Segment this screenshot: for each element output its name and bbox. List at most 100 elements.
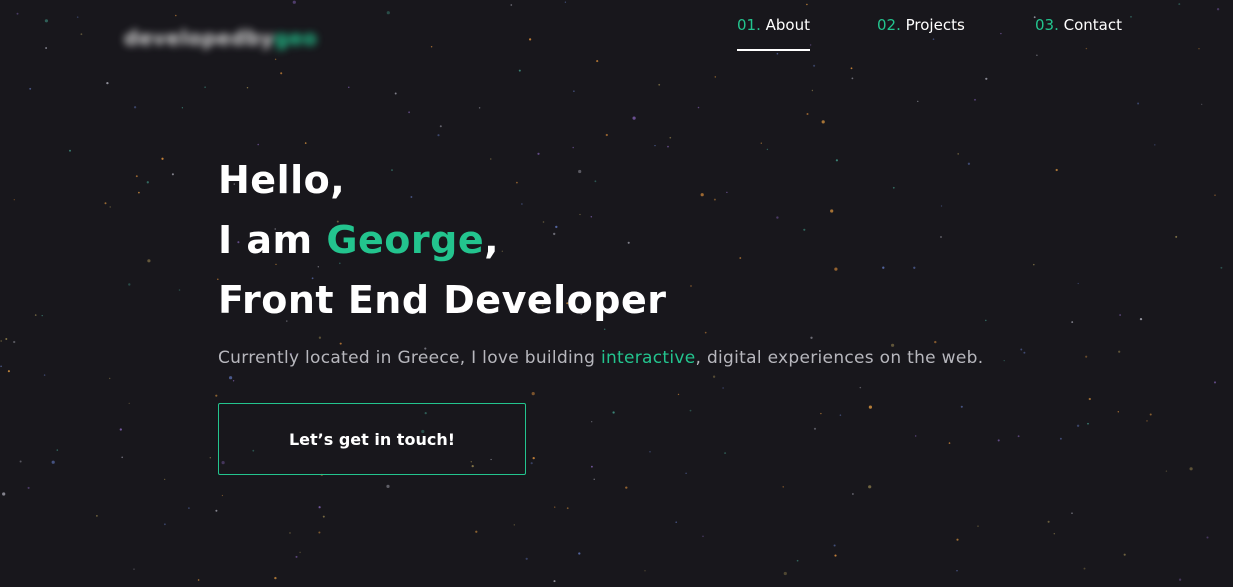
star-particle [221, 494, 224, 497]
site-logo[interactable]: developedbygeo [124, 26, 317, 50]
star-particle [7, 370, 10, 373]
star-particle [133, 568, 135, 570]
star-particle [16, 12, 19, 15]
star-particle [1175, 235, 1178, 238]
star-particle [915, 435, 917, 437]
star-particle [1071, 321, 1074, 324]
star-particle [806, 112, 809, 116]
page: developedbygeo 01. About 02. Projects 03… [0, 0, 1233, 587]
star-particle [1123, 553, 1126, 556]
star-particle [133, 106, 137, 109]
star-particle [932, 38, 935, 40]
star-particle [839, 414, 842, 416]
star-particle [1036, 54, 1038, 56]
star-particle [2, 492, 6, 496]
star-particle [289, 532, 291, 534]
star-particle [439, 125, 442, 128]
intro-suffix: , [484, 218, 500, 262]
nav-item-projects[interactable]: 02. Projects [877, 16, 965, 34]
nav-item-contact[interactable]: 03. Contact [1035, 16, 1122, 34]
star-particle [796, 559, 799, 562]
star-particle [43, 374, 46, 376]
nav-item-about[interactable]: 01. About [737, 16, 810, 51]
star-particle [1214, 194, 1216, 197]
nav-item-label: About [765, 16, 810, 34]
star-particle [1023, 351, 1026, 354]
star-particle [813, 427, 817, 430]
star-particle [215, 394, 218, 397]
star-particle [977, 525, 979, 527]
star-particle [593, 478, 595, 480]
star-particle [232, 380, 235, 382]
star-particle [868, 405, 873, 409]
star-particle [135, 175, 138, 178]
star-particle [1118, 350, 1121, 353]
star-particle [45, 47, 48, 49]
star-particle [1220, 266, 1223, 269]
star-particle [204, 86, 206, 88]
star-particle [56, 449, 59, 451]
star-particle [625, 486, 628, 489]
star-particle [5, 338, 8, 340]
star-particle [591, 465, 593, 468]
star-particle [1033, 263, 1035, 266]
subtitle-end: , digital experiences on the web. [695, 348, 984, 368]
star-particle [1119, 314, 1121, 316]
star-particle [530, 462, 533, 465]
star-particle [760, 142, 762, 144]
star-particle [1055, 168, 1058, 172]
star-particle [1189, 467, 1193, 471]
star-particle [782, 486, 784, 488]
subtitle-highlight: interactive [600, 348, 696, 368]
star-particle [722, 387, 724, 389]
star-particle [280, 72, 283, 75]
star-particle [1003, 359, 1005, 362]
star-particle [833, 544, 836, 547]
nav-item-label: Contact [1063, 16, 1122, 34]
star-particle [1178, 578, 1182, 581]
star-particle [478, 107, 481, 109]
star-particle [386, 11, 390, 15]
star-particle [19, 460, 22, 463]
star-particle [689, 409, 692, 412]
star-particle [295, 555, 298, 558]
star-particle [702, 535, 704, 538]
star-particle [669, 136, 672, 139]
star-particle [44, 19, 49, 23]
star-particle [834, 554, 837, 557]
star-particle [667, 145, 669, 148]
nav-item-number: 02. [877, 16, 901, 34]
star-particle [121, 456, 124, 459]
star-particle [96, 515, 98, 517]
star-particle [596, 60, 599, 63]
star-particle [859, 386, 862, 389]
star-particle [1178, 3, 1181, 6]
star-particle [776, 52, 779, 55]
hero-headline: Hello, I am George, Front End Developer [218, 150, 983, 330]
star-particle [532, 456, 535, 460]
star-particle [658, 83, 661, 86]
star-particle [685, 472, 687, 474]
star-particle [161, 157, 164, 160]
star-particle [1077, 282, 1079, 285]
star-particle [1071, 512, 1073, 514]
star-particle [1047, 520, 1050, 523]
star-particle [386, 484, 390, 488]
star-particle [394, 92, 397, 95]
star-particle [528, 38, 532, 41]
nav-item-number: 01. [737, 16, 761, 34]
subtitle-start: Currently located in Greece, I love buil… [218, 348, 601, 368]
star-particle [229, 376, 233, 380]
star-particle [712, 375, 716, 378]
star-particle [1201, 103, 1203, 105]
star-particle [322, 515, 325, 518]
star-particle [274, 576, 277, 580]
star-particle [348, 86, 350, 88]
star-particle [146, 181, 149, 184]
star-particle [318, 506, 321, 509]
star-particle [917, 100, 919, 103]
star-particle [852, 493, 854, 495]
star-particle [554, 506, 556, 508]
star-particle [209, 457, 211, 459]
get-in-touch-button[interactable]: Let’s get in touch! [218, 403, 526, 475]
